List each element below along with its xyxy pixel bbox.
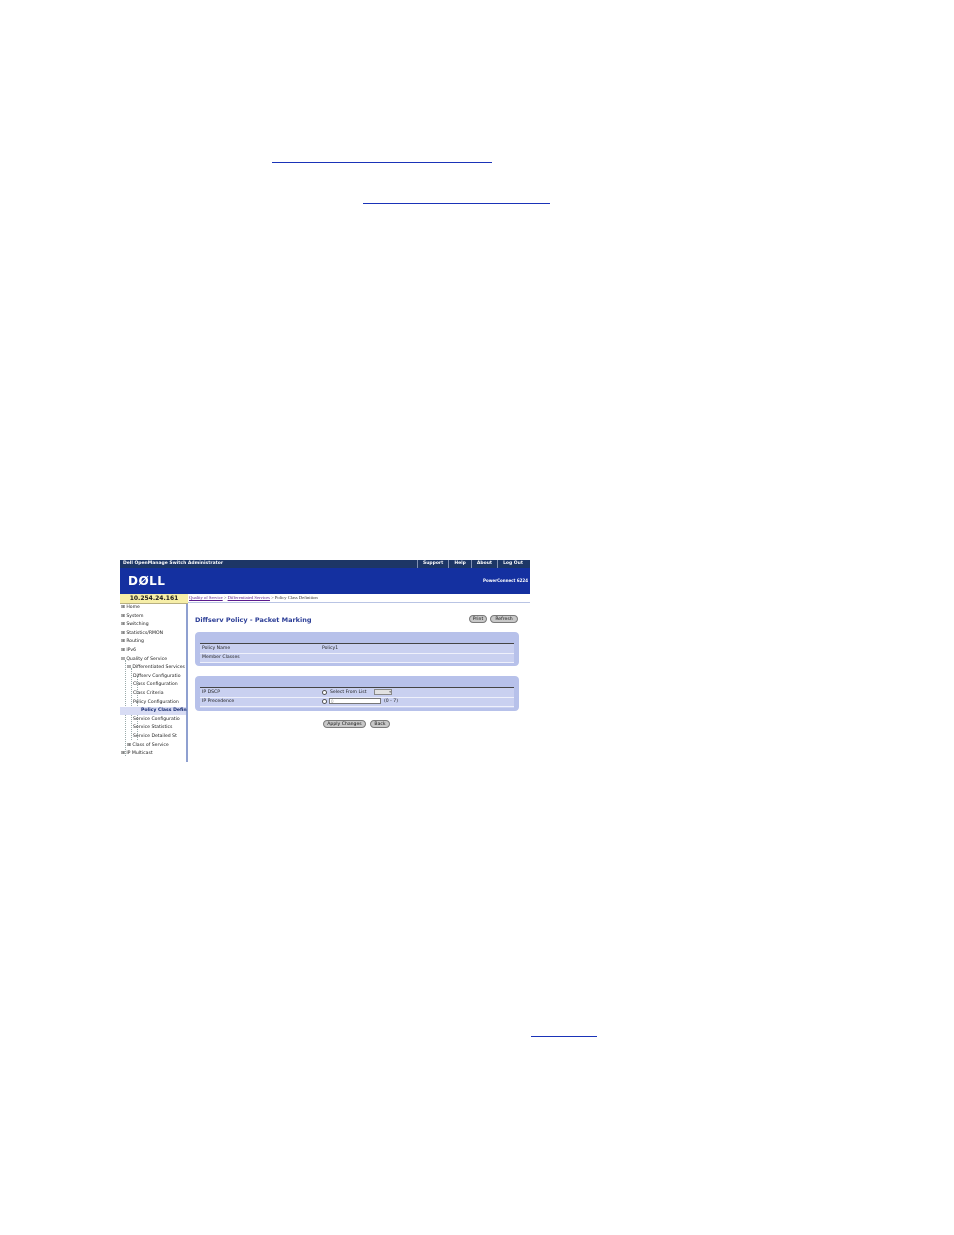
refresh-button[interactable]: Refresh — [490, 615, 518, 623]
banner: DØLL PowerConnect 6224 — [120, 568, 530, 594]
sidebar-item-label: Policy Class Defin — [141, 708, 187, 714]
doc-link-bottom[interactable] — [531, 1036, 597, 1037]
print-button[interactable]: Print — [469, 615, 487, 623]
sidebar-item[interactable]: Service Detailed St — [133, 733, 177, 741]
sidebar-item-label: Quality of Service — [126, 656, 168, 662]
sidebar-item[interactable]: Service Configuratio — [133, 716, 180, 724]
sidebar-item[interactable]: ⊞ Home — [121, 604, 140, 612]
policy-name-value: Policy1 — [322, 646, 339, 651]
back-button[interactable]: Back — [370, 720, 390, 728]
apply-changes-button[interactable]: Apply Changes — [323, 720, 366, 728]
sidebar-item[interactable]: Class Configuration — [133, 681, 178, 689]
ip-precedence-range: (0 - 7) — [384, 699, 399, 704]
ip-precedence-radio[interactable] — [322, 699, 327, 704]
breadcrumb: Quality of Service > Differentiated Serv… — [188, 594, 530, 603]
sidebar-item[interactable]: Policy Configuration — [133, 699, 179, 707]
menu-help[interactable]: Help — [448, 560, 471, 568]
sidebar-item-label: Class Criteria — [133, 691, 164, 696]
main-content: Diffserv Policy - Packet Marking Print R… — [188, 604, 530, 762]
menu-about[interactable]: About — [470, 560, 497, 568]
ip-precedence-input[interactable]: 0 — [329, 698, 381, 704]
sidebar-item-label: IPv6 — [126, 648, 137, 653]
doc-link-top[interactable] — [272, 162, 492, 163]
sidebar-item-label: Service Statistics — [133, 725, 173, 731]
sidebar-item[interactable]: Diffserv Configuratio — [133, 673, 181, 681]
policy-panel: Policy Name Policy1 Member Classes — [195, 632, 519, 666]
tree-guide — [131, 668, 132, 740]
doc-link-middle[interactable] — [363, 203, 550, 204]
dscp-select[interactable]: ▾ — [374, 689, 392, 695]
sidebar-item[interactable]: Class Criteria — [133, 690, 164, 698]
sidebar-item-label: Home — [126, 605, 140, 610]
sidebar-item[interactable]: ⊞ IP Multicast — [121, 750, 153, 758]
sidebar-item[interactable]: ⊞ Switching — [121, 621, 149, 629]
sidebar-item-label: Statistics/RMON — [126, 630, 164, 636]
menu-support[interactable]: Support — [416, 560, 448, 568]
sidebar-item[interactable]: ⊞ Statistics/RMON — [121, 630, 163, 638]
sidebar-item-label: Class of Service — [132, 742, 169, 748]
sidebar-item-label: Service Detailed St — [133, 734, 177, 739]
dell-logo: DØLL — [128, 574, 166, 588]
member-classes-row: Member Classes — [200, 653, 514, 663]
menu-logout[interactable]: Log Out — [497, 560, 528, 568]
breadcrumb-link-diffserv[interactable]: Differentiated Services — [228, 595, 270, 600]
sidebar-item[interactable]: ⊞ IPv6 — [121, 647, 136, 655]
marking-panel: IP DSCP Select From List ▾ IP Precedence… — [195, 676, 519, 711]
ip-dscp-radio[interactable] — [322, 690, 327, 695]
sidebar-item-label: Switching — [126, 622, 149, 628]
policy-table: Policy Name Policy1 Member Classes — [200, 643, 514, 663]
app-title: Dell OpenManage Switch Administrator — [123, 561, 224, 566]
top-menu: Support Help About Log Out — [416, 560, 528, 568]
ip-precedence-row: IP Precedence 0 (0 - 7) — [200, 697, 514, 707]
sidebar-item[interactable]: ⊞ Class of Service — [127, 742, 169, 750]
top-bar: Dell OpenManage Switch Administrator Sup… — [120, 560, 530, 568]
sidebar-item-label: Differentiated Services — [132, 665, 185, 671]
screenshot-figure: Dell OpenManage Switch Administrator Sup… — [120, 560, 530, 762]
breadcrumb-link-qos[interactable]: Quality of Service — [189, 595, 223, 600]
sidebar-item[interactable]: ⊞ System — [121, 613, 143, 621]
sidebar-item[interactable]: Service Statistics — [133, 724, 172, 732]
sidebar-item-label: Class Configuration — [133, 682, 178, 688]
sidebar-item[interactable]: ⊟ Differentiated Services — [127, 664, 185, 672]
sidebar-item-label: Service Configuratio — [133, 716, 180, 722]
member-classes-label: Member Classes — [202, 655, 240, 660]
select-from-list-label: Select From List — [330, 690, 367, 695]
marking-table: IP DSCP Select From List ▾ IP Precedence… — [200, 687, 514, 708]
ip-address: 10.254.24.161 — [120, 594, 188, 604]
sidebar: ⊞ Home ⊞ System ⊞ Switching ⊞ Statistics/RM… — [120, 604, 188, 762]
product-name: PowerConnect 6224 — [483, 578, 528, 583]
sidebar-item-label: IP Multicast — [126, 751, 153, 757]
sidebar-item[interactable]: ⊟ Quality of Service — [121, 656, 167, 664]
page-title: Diffserv Policy - Packet Marking — [195, 616, 312, 624]
sidebar-item-label: Policy Configuration — [133, 699, 179, 705]
ip-dscp-label: IP DSCP — [202, 690, 221, 695]
sidebar-item-label: Diffserv Configuratio — [133, 673, 181, 679]
policy-name-label: Policy Name — [202, 646, 231, 651]
sidebar-item[interactable]: ⊞ Routing — [121, 638, 144, 646]
sidebar-item-label: System — [126, 613, 144, 619]
sidebar-item[interactable]: Policy Class Defin — [120, 707, 187, 716]
sidebar-item-label: Routing — [126, 639, 144, 645]
breadcrumb-current: Policy Class Definition — [274, 595, 318, 600]
ip-precedence-label: IP Precedence — [202, 699, 235, 704]
